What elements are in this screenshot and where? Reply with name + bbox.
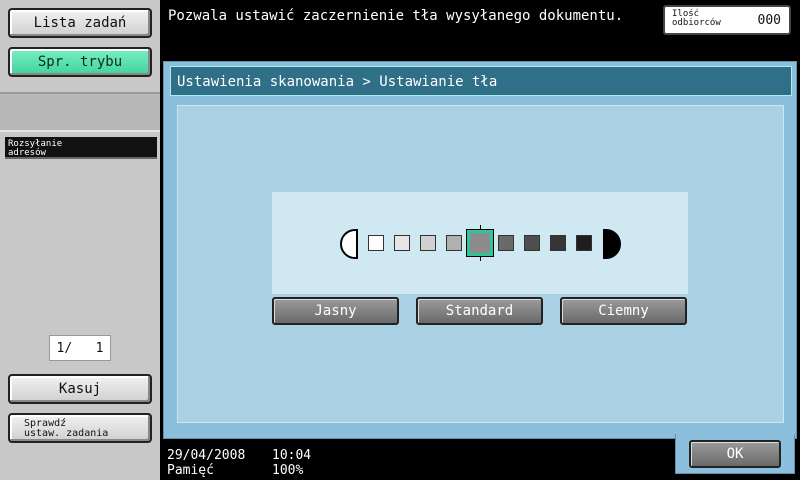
- recipients-label: Ilość odbiorców: [672, 9, 721, 28]
- left-divider: [0, 92, 160, 132]
- clear-button[interactable]: Kasuj: [8, 374, 152, 404]
- memory-label: Pamięć: [167, 463, 214, 478]
- left-panel: Lista zadań Spr. trybu Rozsyłanie adresó…: [0, 0, 160, 480]
- job-list-button[interactable]: Lista zadań: [8, 8, 152, 38]
- density-step-4[interactable]: [446, 235, 462, 251]
- memory-value: 100%: [272, 463, 304, 478]
- density-step-5[interactable]: [466, 229, 494, 257]
- dark-button[interactable]: Ciemny: [560, 297, 687, 325]
- density-step-9[interactable]: [576, 235, 592, 251]
- density-step-7[interactable]: [524, 235, 540, 251]
- page-counter: 1/ 1: [49, 335, 111, 361]
- standard-button[interactable]: Standard: [416, 297, 543, 325]
- density-step-1[interactable]: [368, 235, 384, 251]
- recipients-value: 000: [757, 13, 781, 28]
- density-step-8[interactable]: [550, 235, 566, 251]
- recipients-counter: Ilość odbiorców 000: [663, 5, 791, 35]
- light-button[interactable]: Jasny: [272, 297, 399, 325]
- ok-button[interactable]: OK: [689, 440, 781, 468]
- breadcrumb: Ustawienia skanowania > Ustawianie tła: [170, 66, 792, 96]
- status-date: 29/04/2008: [167, 448, 246, 463]
- check-job-settings-button[interactable]: Sprawdź ustaw. zadania: [8, 413, 152, 443]
- instruction-message: Pozwala ustawić zaczernienie tła wysyłan…: [168, 8, 624, 24]
- address-broadcast-tab[interactable]: Rozsyłanie adresów: [5, 137, 157, 159]
- density-step-6[interactable]: [498, 235, 514, 251]
- density-step-3[interactable]: [420, 235, 436, 251]
- check-mode-button[interactable]: Spr. trybu: [8, 47, 152, 77]
- density-step-2[interactable]: [394, 235, 410, 251]
- status-time: 10:04: [272, 448, 312, 463]
